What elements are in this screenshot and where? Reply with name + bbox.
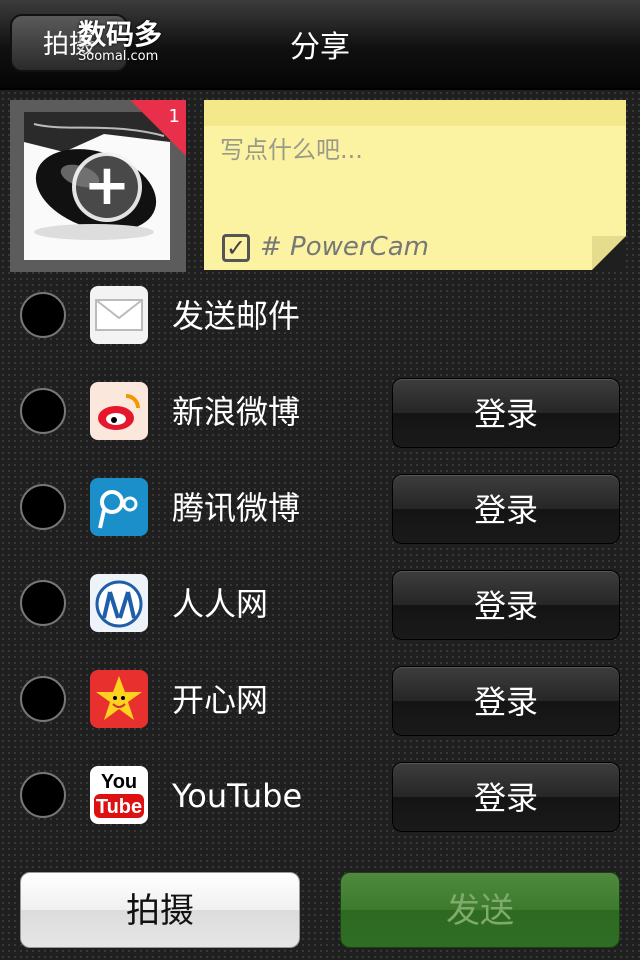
radio-button[interactable]	[20, 676, 66, 722]
kaixin-icon	[90, 670, 148, 728]
svg-text:Tube: Tube	[96, 796, 142, 818]
login-button[interactable]: 登录	[392, 474, 620, 544]
tag-label: # PowerCam	[260, 232, 429, 262]
service-row-email[interactable]: 发送邮件	[0, 286, 640, 390]
photo-thumbnail[interactable]: + 1	[10, 100, 186, 272]
count-badge-number: 1	[168, 106, 180, 127]
mail-icon	[90, 286, 148, 344]
service-row-kaixin[interactable]: 开心网 登录	[0, 666, 640, 774]
service-label: 发送邮件	[172, 297, 301, 335]
radio-button[interactable]	[20, 772, 66, 818]
shoot-button[interactable]: 拍摄	[20, 872, 300, 948]
tag-checkbox[interactable]: ✓	[222, 234, 250, 262]
message-input[interactable]: 写点什么吧...	[220, 130, 363, 165]
tencent-weibo-icon	[90, 478, 148, 536]
service-row-tencent-weibo[interactable]: 腾讯微博 登录	[0, 474, 640, 582]
radio-button[interactable]	[20, 388, 66, 434]
login-button[interactable]: 登录	[392, 570, 620, 640]
service-row-youtube[interactable]: You Tube YouTube 登录	[0, 762, 640, 870]
note-corner-fold	[592, 236, 626, 270]
svg-text:You: You	[101, 771, 137, 793]
service-label: 人人网	[172, 585, 269, 623]
radio-button[interactable]	[20, 292, 66, 338]
message-note[interactable]: 写点什么吧... ✓ # PowerCam	[204, 100, 626, 270]
youtube-icon: You Tube	[90, 766, 148, 824]
service-label: 开心网	[172, 681, 269, 719]
login-button[interactable]: 登录	[392, 762, 620, 832]
sina-weibo-icon	[90, 382, 148, 440]
service-label: 腾讯微博	[172, 489, 301, 527]
renren-icon	[90, 574, 148, 632]
login-button[interactable]: 登录	[392, 666, 620, 736]
login-button[interactable]: 登录	[392, 378, 620, 448]
add-photo-icon[interactable]: +	[72, 152, 142, 222]
service-label: 新浪微博	[172, 393, 301, 431]
service-label: YouTube	[172, 777, 303, 815]
send-button[interactable]: 发送	[340, 872, 620, 948]
page-title: 分享	[290, 30, 350, 65]
service-row-sina-weibo[interactable]: 新浪微博 登录	[0, 378, 640, 486]
radio-button[interactable]	[20, 580, 66, 626]
radio-button[interactable]	[20, 484, 66, 530]
service-row-renren[interactable]: 人人网 登录	[0, 570, 640, 678]
navigation-bar: 拍摄 数码多 Soomal.com 分享	[0, 0, 640, 90]
